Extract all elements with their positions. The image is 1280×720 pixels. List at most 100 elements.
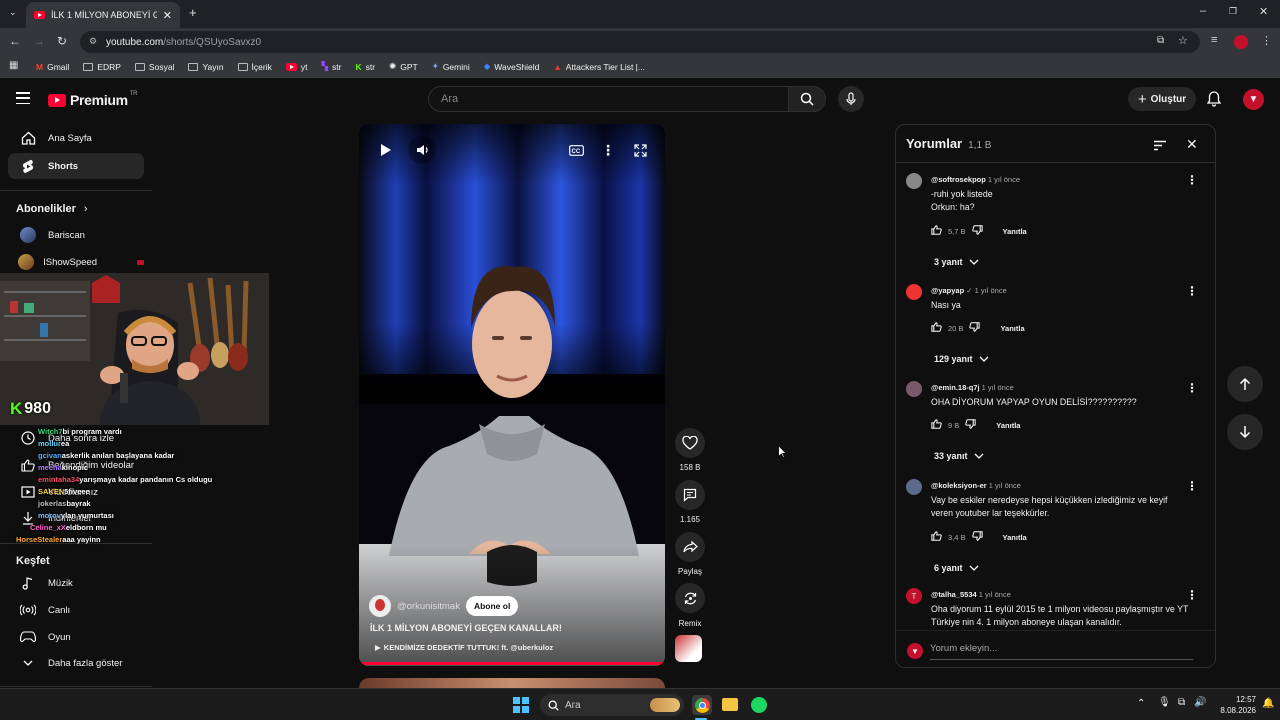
sidebar-sub-ishowspeed[interactable]: IShowSpeed (8, 249, 144, 275)
notification-center-icon[interactable]: 🔔 (1262, 698, 1274, 709)
thumbs-down-icon[interactable] (969, 322, 981, 334)
bookmark-gemini[interactable]: ✦ Gemini (432, 61, 470, 72)
bookmark-attackers[interactable]: ▲ Attackers Tier List |... (553, 62, 645, 72)
reply-button[interactable]: Yanıtla (1003, 227, 1027, 236)
back-icon[interactable]: ← (9, 34, 21, 48)
replies-toggle[interactable]: 129 yanıt (934, 354, 989, 364)
youtube-premium-logo[interactable]: Premium TR (48, 91, 138, 108)
taskbar-chrome[interactable] (692, 695, 712, 715)
window-close-icon[interactable]: ✕ (1259, 5, 1268, 18)
bookmark-yayin[interactable]: Yayın (188, 62, 224, 72)
close-comments-icon[interactable]: ✕ (1186, 136, 1198, 153)
commenter-avatar[interactable] (906, 284, 922, 300)
next-short-preview[interactable] (359, 678, 665, 688)
thumbs-up-icon[interactable] (931, 225, 942, 237)
shorts-video-player[interactable]: CC ⋮ @orkunisitmak Abone ol İLK 1 MİLYON… (359, 124, 665, 666)
commenter-avatar[interactable]: T (906, 588, 922, 604)
new-tab-icon[interactable]: + (189, 5, 197, 20)
remix-button[interactable] (675, 583, 705, 613)
bookmark-waveshield[interactable]: ◆ WaveShield (484, 61, 540, 72)
reload-icon[interactable]: ↻ (57, 34, 67, 48)
comment-options-icon[interactable]: ⋮ (1186, 284, 1198, 298)
bookmark-icerik[interactable]: İçerik (237, 62, 272, 72)
tab-search-icon[interactable]: ⌄ (9, 7, 17, 18)
captions-button[interactable]: CC (562, 136, 590, 164)
thumbs-up-icon[interactable] (931, 322, 942, 334)
reply-button[interactable]: Yanıtla (1003, 533, 1027, 542)
bookmark-edrp[interactable]: EDRP (83, 62, 121, 72)
forward-icon[interactable]: → (33, 34, 45, 48)
sidebar-sub-bariscan[interactable]: Bariscan (8, 222, 144, 248)
speaker-icon[interactable]: 🔊 (1194, 697, 1206, 708)
thumbs-up-icon[interactable] (931, 531, 942, 543)
comment-author[interactable]: @emin.18-q7j (931, 383, 980, 392)
previous-short-button[interactable] (1227, 366, 1263, 402)
site-info-icon[interactable]: ⚙ (89, 36, 97, 47)
close-tab-icon[interactable]: ✕ (163, 9, 172, 22)
file-explorer-icon[interactable] (722, 698, 738, 711)
search-button[interactable] (788, 86, 826, 112)
profile-avatar[interactable] (1234, 35, 1248, 49)
apps-grid-icon[interactable]: ▦ (9, 60, 18, 71)
bookmark-gpt[interactable]: ✺ GPT (389, 61, 418, 72)
thumbs-down-icon[interactable] (971, 531, 983, 543)
taskbar-search[interactable]: Ara (540, 694, 684, 716)
commenter-avatar[interactable] (906, 381, 922, 397)
reply-button[interactable]: Yanıtla (996, 421, 1020, 430)
channel-name[interactable]: @orkunisitmak (397, 601, 460, 612)
comments-button[interactable] (675, 480, 705, 510)
browser-menu-icon[interactable]: ⋮ (1261, 34, 1272, 47)
play-button[interactable] (372, 136, 400, 164)
video-progress-track[interactable] (359, 662, 665, 665)
more-options-icon[interactable]: ⋮ (594, 136, 622, 164)
sidebar-item-music[interactable]: Müzik (8, 570, 144, 596)
volume-button[interactable] (408, 136, 436, 164)
bookmark-star-icon[interactable]: ☆ (1178, 34, 1188, 47)
comment-options-icon[interactable]: ⋮ (1186, 479, 1198, 493)
related-video-link[interactable]: ▶ KENDİMİZE DEDEKTİF TUTTUK! ft. @uberkul… (375, 643, 553, 652)
replies-toggle[interactable]: 33 yanıt (934, 451, 984, 461)
sidebar-item-live[interactable]: Canlı (8, 597, 144, 623)
notifications-bell-icon[interactable] (1206, 91, 1222, 112)
comment-author[interactable]: @yapyap (931, 286, 964, 295)
comment-options-icon[interactable]: ⋮ (1186, 588, 1198, 602)
thumbs-down-icon[interactable] (965, 419, 976, 431)
replies-toggle[interactable]: 6 yanıt (934, 563, 979, 573)
voice-search-button[interactable] (838, 86, 864, 112)
network-icon[interactable]: ⧉ (1178, 697, 1185, 708)
subscriptions-heading[interactable]: Abonelikler › (16, 203, 88, 215)
sort-comments-icon[interactable] (1153, 138, 1167, 156)
comment-options-icon[interactable]: ⋮ (1186, 173, 1198, 187)
bookmark-sosyal[interactable]: Sosyal (134, 62, 174, 72)
commenter-avatar[interactable] (906, 173, 922, 189)
like-button[interactable] (675, 428, 705, 458)
fullscreen-button[interactable] (626, 136, 654, 164)
bookmark-yt[interactable]: yt (285, 62, 307, 72)
tray-mic-icon[interactable]: 🎙 (1158, 697, 1171, 708)
sidebar-item-shorts[interactable]: Shorts (8, 153, 144, 179)
comment-author[interactable]: @softrosekpop (931, 175, 986, 184)
commenter-avatar[interactable] (906, 479, 922, 495)
thumbs-down-icon[interactable] (971, 225, 983, 237)
media-icon[interactable]: ≡ (1211, 34, 1217, 46)
search-input[interactable]: Ara (428, 86, 790, 112)
comment-options-icon[interactable]: ⋮ (1186, 381, 1198, 395)
next-short-button[interactable] (1227, 414, 1263, 450)
replies-toggle[interactable]: 3 yanıt (934, 257, 979, 267)
restore-icon[interactable]: ❐ (1229, 6, 1237, 17)
sidebar-item-home[interactable]: Ana Sayfa (8, 125, 144, 151)
url-bar[interactable]: ⚙ youtube.com/shorts/QSUyoSavxz0 (80, 31, 1200, 53)
bookmark-kick[interactable]: Kstr (355, 62, 375, 72)
sidebar-item-gaming[interactable]: Oyun (8, 624, 144, 650)
reply-button[interactable]: Yanıtla (1000, 324, 1024, 333)
channel-avatar[interactable] (369, 595, 391, 617)
tray-overflow-icon[interactable]: ⌃ (1137, 698, 1145, 709)
add-comment-input[interactable]: Yorum ekleyin... (930, 643, 1193, 660)
comment-author[interactable]: @talha_5534 (931, 590, 977, 599)
bookmark-gmail[interactable]: M Gmail (36, 62, 69, 72)
sound-thumbnail[interactable] (675, 635, 702, 662)
spotify-icon[interactable] (751, 697, 767, 713)
share-button[interactable] (675, 532, 705, 562)
bookmark-twitch[interactable]: ▚ str (321, 61, 341, 72)
sidebar-show-more[interactable]: Daha fazla göster (8, 650, 144, 676)
